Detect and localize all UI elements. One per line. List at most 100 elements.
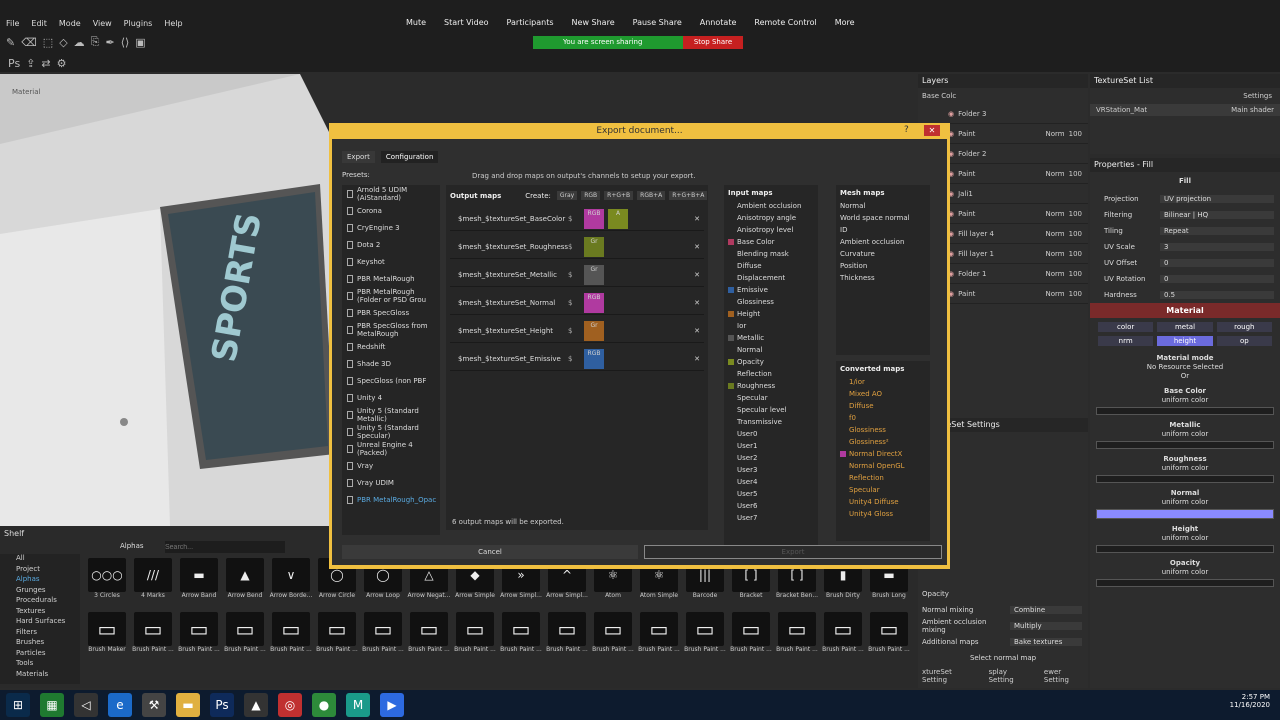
output-name[interactable]: $mesh_$textureSet_Metallic <box>450 271 568 279</box>
cancel-button[interactable]: Cancel <box>342 545 638 559</box>
preset-item[interactable]: Unreal Engine 4 (Packed) <box>342 440 440 457</box>
mesh-map-item[interactable]: Thickness <box>836 272 930 284</box>
shelf-item[interactable]: ▲ Arrow Bend <box>222 558 268 606</box>
shelf-item[interactable]: ▭ Brush Paint ... <box>406 612 452 660</box>
format-rgb-button[interactable]: RGB <box>581 191 601 200</box>
converted-map-item[interactable]: Unity4 Gloss <box>836 508 930 520</box>
input-map-item[interactable]: Transmissive <box>724 416 818 428</box>
zoom-new-share-button[interactable]: New Share <box>572 18 615 34</box>
output-row[interactable]: $mesh_$textureSet_BaseColor $ RGB A ✕ <box>450 207 704 231</box>
preset-item[interactable]: Unity 5 (Standard Metallic) <box>342 406 440 423</box>
brush-icon[interactable]: ✎ <box>6 36 15 49</box>
blend-select[interactable]: Base Colc <box>918 88 1088 104</box>
layer-name[interactable]: Jali1 <box>958 190 1074 198</box>
value-slider[interactable] <box>1096 579 1274 587</box>
property-value[interactable]: 3 <box>1160 243 1274 251</box>
start-icon[interactable]: ⊞ <box>6 693 30 717</box>
help-button[interactable]: ? <box>904 125 909 135</box>
layer-opacity[interactable]: 100 <box>1069 170 1082 178</box>
shelf-item[interactable]: ▭ Brush Paint ... <box>544 612 590 660</box>
layer-name[interactable]: Fill layer 1 <box>958 250 1041 258</box>
layer-name[interactable]: Fill layer 4 <box>958 230 1041 238</box>
input-map-item[interactable]: Blending mask <box>724 248 818 260</box>
converted-map-item[interactable]: Diffuse <box>836 400 930 412</box>
app-icon[interactable]: ⚒ <box>142 693 166 717</box>
visual-studio-icon[interactable]: ◁ <box>74 693 98 717</box>
input-map-item[interactable]: Ambient occlusion <box>724 200 818 212</box>
remove-output-icon[interactable]: ✕ <box>694 271 700 279</box>
chrome-icon[interactable]: ● <box>312 693 336 717</box>
maya-icon[interactable]: M <box>346 693 370 717</box>
preset-item[interactable]: Arnold 5 UDIM (AiStandard) <box>342 185 440 202</box>
preset-item[interactable]: PBR SpecGloss <box>342 304 440 321</box>
input-map-item[interactable]: Specular level <box>724 404 818 416</box>
input-map-item[interactable]: User3 <box>724 464 818 476</box>
zoom-more-button[interactable]: More <box>835 18 855 34</box>
menu-item-file[interactable]: File <box>6 19 19 28</box>
input-map-item[interactable]: Displacement <box>724 272 818 284</box>
layer-opacity[interactable]: 100 <box>1069 270 1082 278</box>
preset-item[interactable]: Vray <box>342 457 440 474</box>
shelf-category-project[interactable]: Project <box>0 565 80 576</box>
shelf-item[interactable]: ▭ Brush Paint ... <box>130 612 176 660</box>
layer-name[interactable]: Folder 1 <box>958 270 1041 278</box>
tab-configuration[interactable]: Configuration <box>380 151 439 163</box>
output-channel[interactable]: RGB <box>584 208 604 229</box>
mesh-map-item[interactable]: ID <box>836 224 930 236</box>
vlc-icon[interactable]: ▲ <box>244 693 268 717</box>
layer-name[interactable]: Paint <box>958 170 1041 178</box>
preset-item[interactable]: SpecGloss (non PBF <box>342 372 440 389</box>
shelf-item[interactable]: ▭ Brush Paint ... <box>314 612 360 660</box>
preset-item[interactable]: PBR MetalRough (Folder or PSD Grou <box>342 287 440 304</box>
close-button[interactable]: ✕ <box>924 125 940 136</box>
property-value[interactable]: 0.5 <box>1160 291 1274 299</box>
shelf-item[interactable]: ▭ Brush Paint ... <box>682 612 728 660</box>
remove-output-icon[interactable]: ✕ <box>694 299 700 307</box>
shelf-category-procedurals[interactable]: Procedurals <box>0 596 80 607</box>
preset-item[interactable]: Unity 4 <box>342 389 440 406</box>
layer-opacity[interactable]: 100 <box>1069 230 1082 238</box>
tab-export[interactable]: Export <box>342 151 375 163</box>
shelf-category-tools[interactable]: Tools <box>0 659 80 670</box>
preset-item[interactable]: Dota 2 <box>342 236 440 253</box>
input-map-item[interactable]: Ior <box>724 320 818 332</box>
converted-map-item[interactable]: Mixed AO <box>836 388 930 400</box>
format-rgb-a-button[interactable]: RGB+A <box>637 191 666 200</box>
input-map-item[interactable]: User1 <box>724 440 818 452</box>
layer-name[interactable]: Folder 3 <box>958 110 1074 118</box>
smudge-icon[interactable]: ☁ <box>74 36 85 49</box>
channel-chip-color[interactable]: color <box>1098 322 1154 332</box>
input-map-item[interactable]: Metallic <box>724 332 818 344</box>
projection-icon[interactable]: ⬚ <box>43 36 53 49</box>
layer-blend-mode[interactable]: Norm <box>1046 170 1065 178</box>
mesh-map-item[interactable]: Ambient occlusion <box>836 236 930 248</box>
shelf-category-brushes[interactable]: Brushes <box>0 638 80 649</box>
menu-item-mode[interactable]: Mode <box>59 19 81 28</box>
remove-output-icon[interactable]: ✕ <box>694 355 700 363</box>
shelf-category-hard-surfaces[interactable]: Hard Surfaces <box>0 617 80 628</box>
menu-item-view[interactable]: View <box>93 19 112 28</box>
shelf-search-input[interactable] <box>165 541 285 553</box>
shelf-filter-tag[interactable]: Alphas <box>120 542 144 550</box>
menu-item-help[interactable]: Help <box>164 19 182 28</box>
channel-chip-metal[interactable]: metal <box>1157 322 1213 332</box>
converted-map-item[interactable]: f0 <box>836 412 930 424</box>
shelf-item[interactable]: ○○○ 3 Circles <box>84 558 130 606</box>
polyfill-icon[interactable]: ◇ <box>59 36 67 49</box>
shelf-item[interactable]: ▬ Arrow Band <box>176 558 222 606</box>
output-row[interactable]: $mesh_$textureSet_Metallic $ Gr ✕ <box>450 263 704 287</box>
settings-icon[interactable]: ⚙ <box>57 57 67 70</box>
converted-map-item[interactable]: Reflection <box>836 472 930 484</box>
channel-chip-height[interactable]: height <box>1157 336 1213 346</box>
layer-blend-mode[interactable]: Norm <box>1046 290 1065 298</box>
menu-item-plugins[interactable]: Plugins <box>124 19 153 28</box>
mesh-map-item[interactable]: World space normal <box>836 212 930 224</box>
preset-item[interactable]: Shade 3D <box>342 355 440 372</box>
input-map-item[interactable]: Diffuse <box>724 260 818 272</box>
eraser-icon[interactable]: ⌫ <box>21 36 37 49</box>
input-map-item[interactable]: Roughness <box>724 380 818 392</box>
layer-blend-mode[interactable]: Norm <box>1046 210 1065 218</box>
input-map-item[interactable]: User0 <box>724 428 818 440</box>
tss-value[interactable]: Multiply <box>1010 622 1082 630</box>
substance-painter-icon[interactable]: ◎ <box>278 693 302 717</box>
